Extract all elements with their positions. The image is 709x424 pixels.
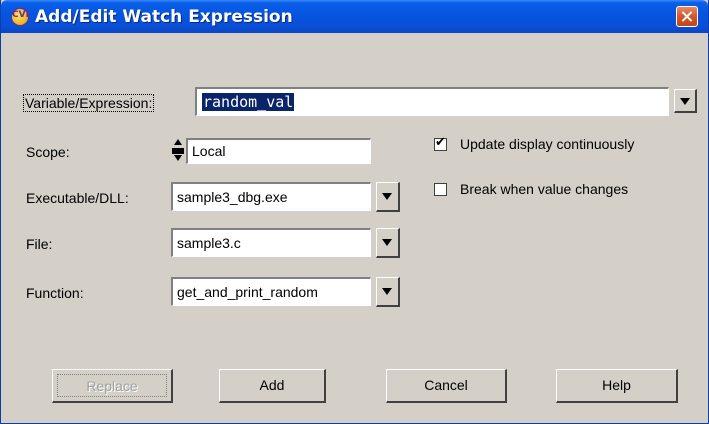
function-dropdown-button[interactable] <box>376 277 400 307</box>
scope-label: Scope: <box>26 144 70 160</box>
variable-expression-value: random_val <box>202 93 295 111</box>
variable-expression-dropdown-button[interactable] <box>674 89 697 113</box>
update-display-label[interactable]: Update display continuously <box>460 136 634 152</box>
scope-field[interactable]: Local <box>186 138 371 164</box>
title-bar[interactable]: CVI Add/Edit Watch Expression <box>1 0 708 33</box>
file-label: File: <box>26 236 53 252</box>
cancel-button[interactable]: Cancel <box>386 369 507 403</box>
executable-dll-field[interactable]: sample3_dbg.exe <box>171 182 371 211</box>
add-button[interactable]: Add <box>219 369 326 403</box>
variable-expression-label-text: Variable/Expression: <box>25 95 153 111</box>
function-label: Function: <box>26 285 84 301</box>
file-dropdown-button[interactable] <box>376 228 400 258</box>
file-field[interactable]: sample3.c <box>171 228 371 257</box>
variable-expression-label: Variable/Expression: <box>23 94 155 112</box>
executable-dll-dropdown-button[interactable] <box>376 182 400 212</box>
close-icon[interactable] <box>676 6 698 27</box>
replace-button[interactable]: Replace <box>52 369 173 403</box>
variable-expression-input[interactable]: random_val <box>195 87 669 116</box>
executable-dll-label: Executable/DLL: <box>26 190 129 206</box>
help-button[interactable]: Help <box>556 369 678 403</box>
replace-button-label: Replace <box>57 374 167 397</box>
chevron-down-icon <box>382 239 392 246</box>
dialog-window: CVI Add/Edit Watch Expression Variable/E… <box>0 0 709 424</box>
chevron-down-icon <box>382 288 392 295</box>
break-when-changes-checkbox[interactable] <box>434 183 447 196</box>
window-title: Add/Edit Watch Expression <box>35 7 293 27</box>
app-icon: CVI <box>11 8 29 26</box>
function-field[interactable]: get_and_print_random <box>171 277 371 306</box>
break-when-changes-label[interactable]: Break when value changes <box>460 181 628 197</box>
spin-up-icon[interactable] <box>174 139 182 145</box>
spin-down-icon[interactable] <box>174 155 182 161</box>
update-display-checkbox[interactable]: ✔ <box>434 135 447 151</box>
scope-spinner[interactable] <box>172 138 184 164</box>
chevron-down-icon <box>680 98 690 105</box>
chevron-down-icon <box>382 193 392 200</box>
checkmark-icon: ✔ <box>435 135 446 150</box>
spin-divider <box>172 148 184 154</box>
